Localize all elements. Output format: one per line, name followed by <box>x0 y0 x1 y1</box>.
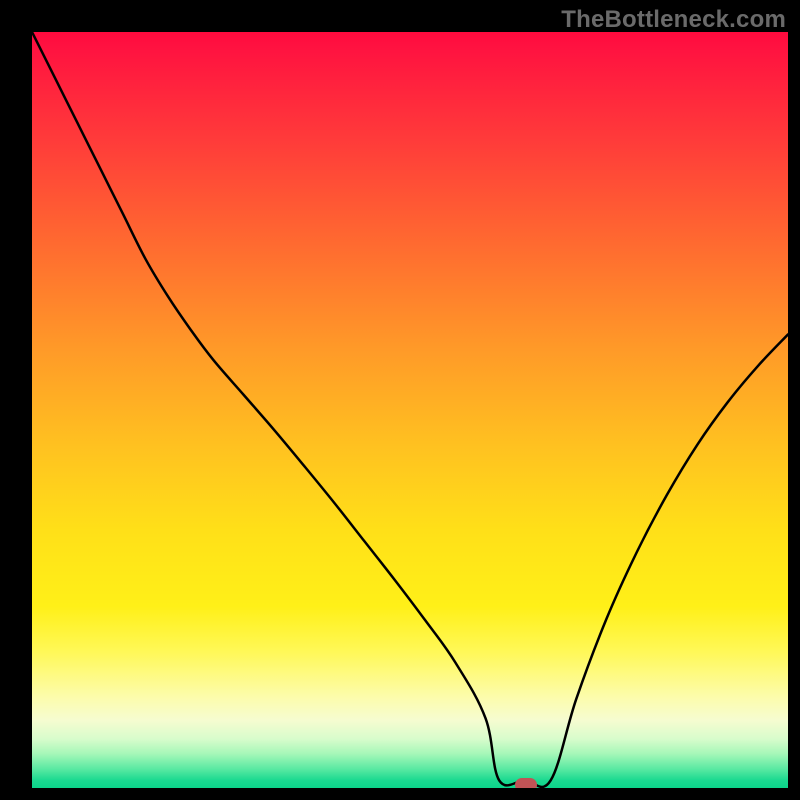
watermark-text: TheBottleneck.com <box>561 6 786 34</box>
bottleneck-curve <box>32 32 788 788</box>
chart-frame: TheBottleneck.com <box>0 0 800 800</box>
optimal-marker <box>515 778 537 788</box>
plot-area <box>32 32 788 788</box>
